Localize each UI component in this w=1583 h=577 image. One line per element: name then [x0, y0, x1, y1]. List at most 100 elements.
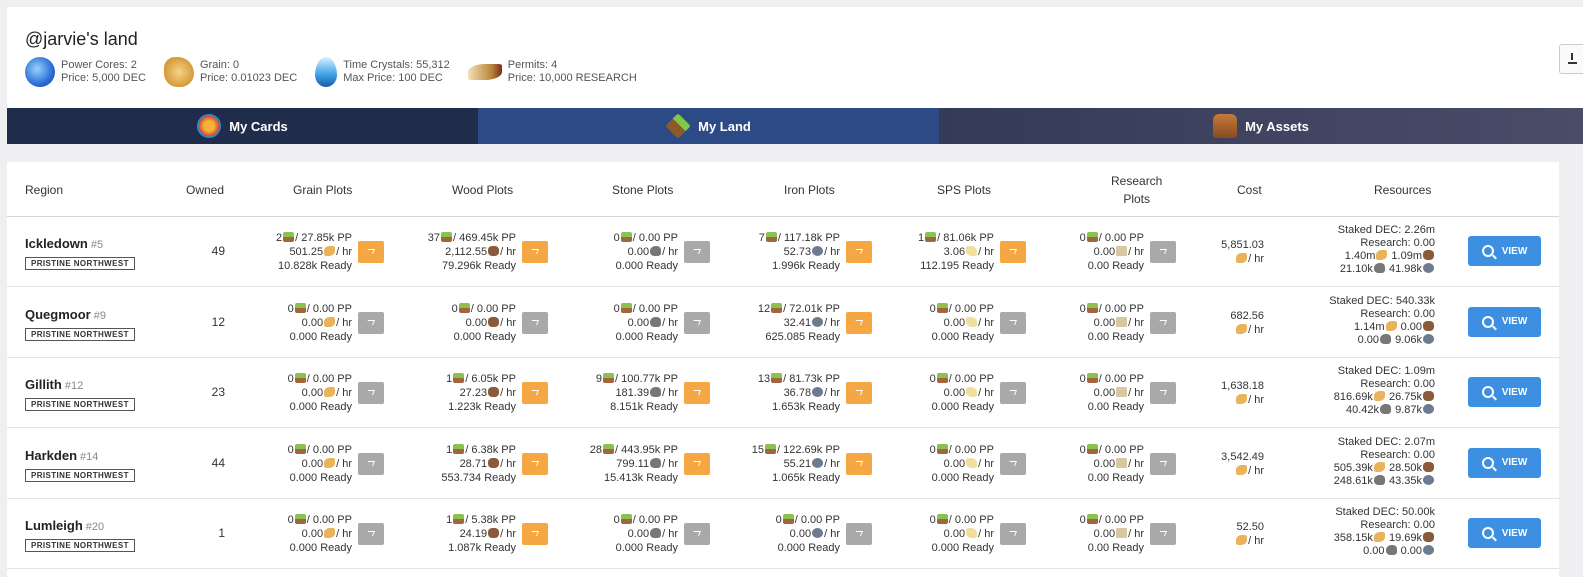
- harvest-button[interactable]: [1000, 311, 1026, 334]
- harvest-button[interactable]: [1150, 452, 1176, 475]
- plot-stats: 0 / 0.00 PP 0.00 / hr 0.000 Ready: [232, 302, 352, 344]
- cost-value: 3,542.49: [1221, 450, 1264, 463]
- land-icon: [936, 443, 948, 454]
- view-button[interactable]: VIEW: [1468, 306, 1541, 337]
- harvest-button[interactable]: [846, 311, 872, 334]
- grain-amount: 505.39k: [1333, 461, 1373, 474]
- plot-stats: 0 / 0.00 PP 0.00 / hr 0.000 Ready: [232, 443, 352, 485]
- iron-amount: 0.00: [1400, 545, 1422, 557]
- region-name[interactable]: Harkden: [25, 448, 77, 463]
- plot-pp: / 443.95k PP: [615, 443, 678, 456]
- region-name[interactable]: Ickledown: [25, 236, 88, 251]
- plot-rate: 0.00: [301, 316, 324, 329]
- tab-my-cards[interactable]: My Cards: [7, 108, 478, 144]
- region-tag: PRISTINE NORTHWEST: [25, 257, 135, 270]
- harvest-button[interactable]: [684, 241, 710, 263]
- view-button[interactable]: VIEW: [1468, 377, 1541, 407]
- harvest-button[interactable]: [846, 523, 872, 545]
- harvest-button[interactable]: [522, 382, 548, 404]
- header-owned[interactable]: Owned: [186, 162, 224, 217]
- harvest-button[interactable]: [684, 382, 710, 404]
- harvest-button[interactable]: [358, 382, 384, 404]
- grain-icon: [324, 457, 336, 468]
- harvest-button[interactable]: [1150, 382, 1176, 404]
- harvest-button[interactable]: [684, 523, 710, 545]
- harvest-button[interactable]: [522, 523, 548, 545]
- harvest-button[interactable]: [1000, 452, 1026, 475]
- harvest-button[interactable]: [1000, 382, 1026, 404]
- tab-my-land[interactable]: My Land: [478, 108, 939, 144]
- harvest-button[interactable]: [358, 452, 384, 475]
- grain-icon: [1373, 532, 1385, 542]
- search-icon: [1481, 315, 1494, 328]
- header-research-plots[interactable]: Research Plots: [1111, 162, 1162, 217]
- harvest-button[interactable]: [684, 452, 710, 475]
- harvest-button[interactable]: [1150, 523, 1176, 545]
- plot-rate: 28.71: [459, 457, 488, 470]
- grain-plot-cell: 0/ 0.00 PP 0.00/ hr 0.000 Ready: [232, 499, 384, 569]
- rate-unit: / hr: [824, 457, 840, 470]
- harvest-button[interactable]: [522, 311, 548, 334]
- harvest-button[interactable]: [1150, 311, 1176, 334]
- plot-pp: / 72.01k PP: [783, 302, 840, 315]
- plot-rate: 24.19: [459, 528, 488, 540]
- harvest-button[interactable]: [1000, 241, 1026, 263]
- wood-plot-cell: 37 / 469.45k PP 2,112.55 / hr 79.296k Ready: [396, 217, 548, 287]
- plot-rate: 0.00: [789, 528, 812, 540]
- grain-icon: [324, 528, 336, 538]
- view-button[interactable]: VIEW: [1468, 236, 1541, 266]
- harvest-button[interactable]: [358, 241, 384, 263]
- header-resources[interactable]: Resources: [1374, 162, 1431, 217]
- download-button[interactable]: [1559, 44, 1583, 74]
- wood-icon: [488, 316, 500, 327]
- main-tabs: My Cards My Land My Assets: [7, 108, 1583, 144]
- header-cost[interactable]: Cost: [1237, 162, 1262, 217]
- harvest-button[interactable]: [522, 452, 548, 475]
- header-grain-plots[interactable]: Grain Plots: [293, 162, 352, 217]
- research-icon: [1116, 457, 1128, 468]
- grain-plot-cell: 0/ 0.00 PP 0.00/ hr 0.000 Ready: [232, 429, 384, 499]
- power-core-icon: [25, 57, 55, 87]
- table-header: Region Owned Grain Plots Wood Plots Ston…: [7, 162, 1559, 217]
- harvest-button[interactable]: [358, 523, 384, 545]
- research-plot-cell: 0 / 0.00 PP 0.00 / hr 0.00 Ready: [1024, 217, 1176, 287]
- plot-count: 12: [757, 302, 771, 315]
- header-iron-plots[interactable]: Iron Plots: [784, 162, 835, 217]
- header-region[interactable]: Region: [25, 162, 63, 217]
- iron-plot-cell: 15 / 122.69k PP 55.21 / hr 1.065k Ready: [720, 429, 872, 499]
- staked-dec: Staked DEC: 2.26m: [1337, 224, 1435, 236]
- header-sps-plots[interactable]: SPS Plots: [937, 162, 991, 217]
- sps-plot-cell: 0 / 0.00 PP 0.00 / hr 0.000 Ready: [874, 358, 1026, 428]
- region-name[interactable]: Gillith: [25, 377, 62, 392]
- plot-rate: 0.00: [1093, 387, 1116, 399]
- land-icon: [936, 514, 948, 524]
- harvest-button[interactable]: [358, 311, 384, 334]
- plot-stats: 12 / 72.01k PP 32.41 / hr 625.085 Ready: [720, 302, 840, 344]
- sps-icon: [966, 528, 978, 538]
- header-wood-plots[interactable]: Wood Plots: [452, 162, 513, 217]
- region-name[interactable]: Quegmoor: [25, 307, 91, 322]
- stat-value: Time Crystals: 55,312: [343, 59, 450, 71]
- harvest-button[interactable]: [1150, 241, 1176, 263]
- header-stone-plots[interactable]: Stone Plots: [612, 162, 673, 217]
- land-icon: [603, 373, 614, 383]
- cost-value: 682.56: [1230, 309, 1264, 322]
- harvest-button[interactable]: [522, 241, 548, 263]
- harvest-button[interactable]: [846, 452, 872, 475]
- plot-rate: 501.25: [289, 246, 324, 258]
- harvest-button[interactable]: [846, 382, 872, 404]
- table-row: Harkden #14 PRISTINE NORTHWEST 44 0 / 0.00 PP…: [7, 429, 1559, 499]
- harvest-button[interactable]: [846, 241, 872, 263]
- harvest-button[interactable]: [684, 311, 710, 334]
- harvest-button[interactable]: [1000, 523, 1026, 545]
- view-button[interactable]: VIEW: [1468, 447, 1541, 478]
- region-name[interactable]: Lumleigh: [25, 518, 83, 533]
- tab-my-assets[interactable]: My Assets: [939, 108, 1583, 144]
- stone-plot-cell: 0 / 0.00 PP 0.00 / hr 0.000 Ready: [558, 217, 710, 287]
- tab-label: My Land: [698, 118, 751, 134]
- stat-grain: Grain: 0 Price: 0.01023 DEC: [163, 57, 297, 87]
- plot-ready: 0.00 Ready: [1087, 542, 1144, 554]
- land-table: Region Owned Grain Plots Wood Plots Ston…: [7, 162, 1559, 577]
- plot-ready: 0.000 Ready: [931, 330, 994, 343]
- view-button[interactable]: VIEW: [1468, 518, 1541, 548]
